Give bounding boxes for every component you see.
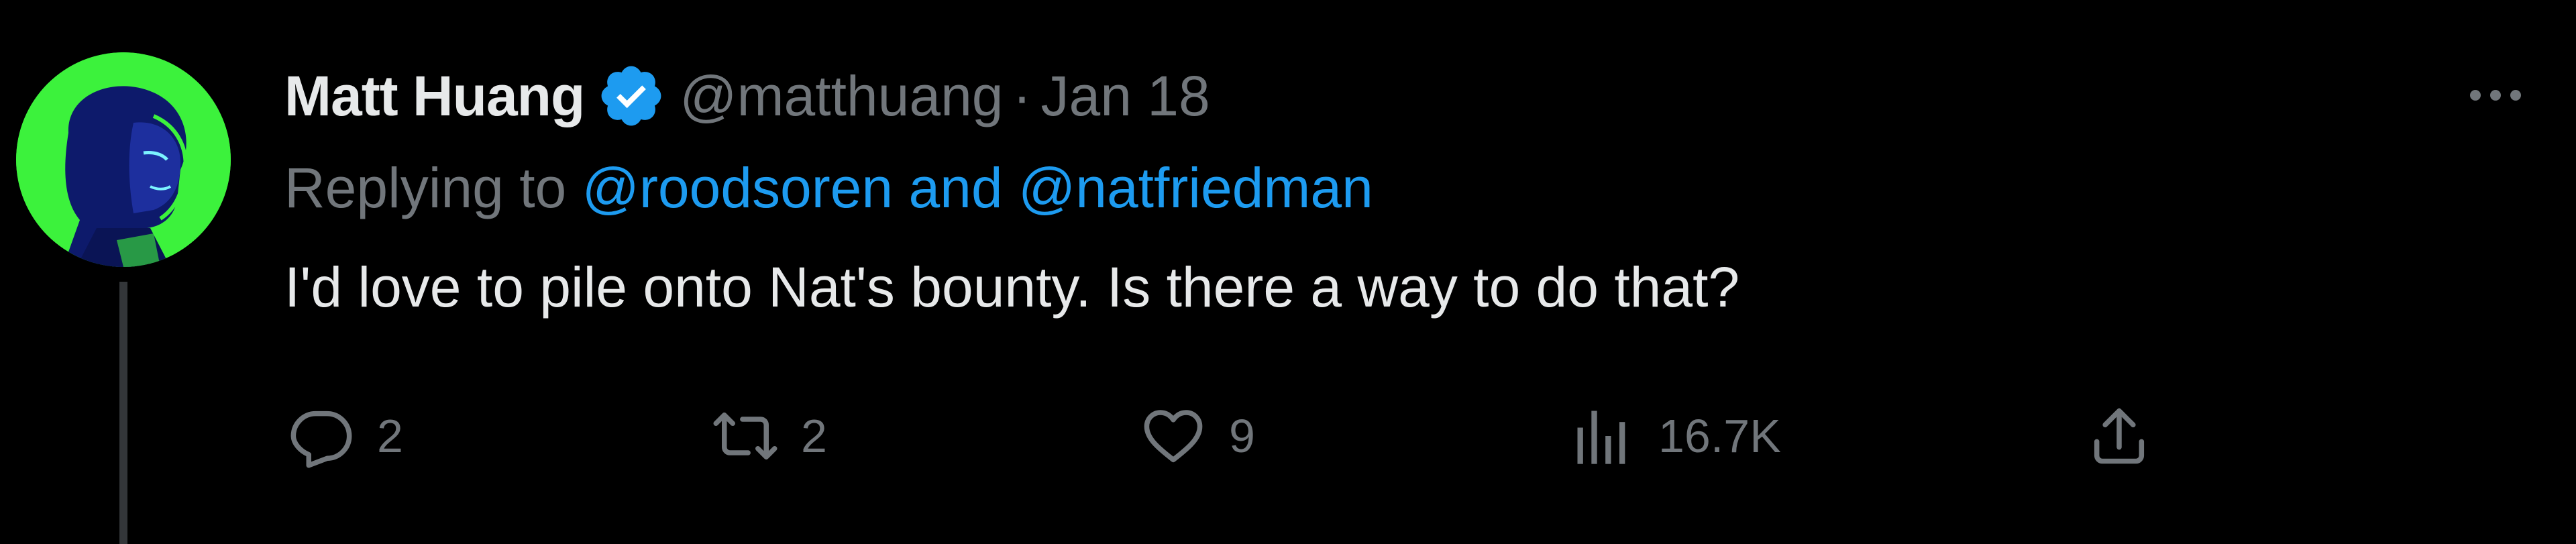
- views-button[interactable]: 16.7K: [1566, 396, 1781, 476]
- avatar-portrait-icon: [16, 52, 231, 267]
- more-options-button[interactable]: [2455, 68, 2536, 122]
- retweet-count: 2: [801, 410, 827, 462]
- tweet-date[interactable]: Jan 18: [1041, 64, 1210, 129]
- replying-to-prefix: Replying to: [284, 156, 582, 219]
- retweet-button[interactable]: 2: [708, 396, 827, 476]
- more-icon: [2470, 90, 2521, 101]
- retweet-icon: [708, 399, 782, 473]
- tweet-header: Matt Huang @matthuang · Jan 18: [284, 59, 1210, 133]
- share-button[interactable]: [2082, 396, 2156, 476]
- views-icon: [1566, 399, 1640, 473]
- view-count: 16.7K: [1658, 410, 1781, 462]
- mention-roodsoren[interactable]: @roodsoren: [582, 156, 894, 219]
- reply-icon: [284, 399, 358, 473]
- author-handle[interactable]: @matthuang: [680, 64, 1003, 129]
- mention-conjunction[interactable]: and: [893, 156, 1018, 219]
- like-button[interactable]: 9: [1136, 396, 1255, 476]
- mention-natfriedman[interactable]: @natfriedman: [1018, 156, 1373, 219]
- replying-to: Replying to @roodsoren and @natfriedman: [284, 156, 1373, 221]
- like-count: 9: [1229, 410, 1255, 462]
- avatar[interactable]: [16, 52, 231, 267]
- share-icon: [2082, 399, 2156, 473]
- author-name[interactable]: Matt Huang: [284, 64, 585, 129]
- reply-button[interactable]: 2: [284, 396, 403, 476]
- verified-badge-icon: [596, 61, 666, 131]
- like-icon: [1136, 399, 1210, 473]
- separator-dot: ·: [1012, 64, 1032, 127]
- reply-count: 2: [377, 410, 403, 462]
- action-bar: 2 2 9 16.7K: [284, 396, 2190, 476]
- thread-connector-line: [119, 282, 127, 544]
- tweet[interactable]: Matt Huang @matthuang · Jan 18 Replying …: [0, 0, 2576, 544]
- tweet-text: I'd love to pile onto Nat's bounty. Is t…: [284, 256, 1740, 319]
